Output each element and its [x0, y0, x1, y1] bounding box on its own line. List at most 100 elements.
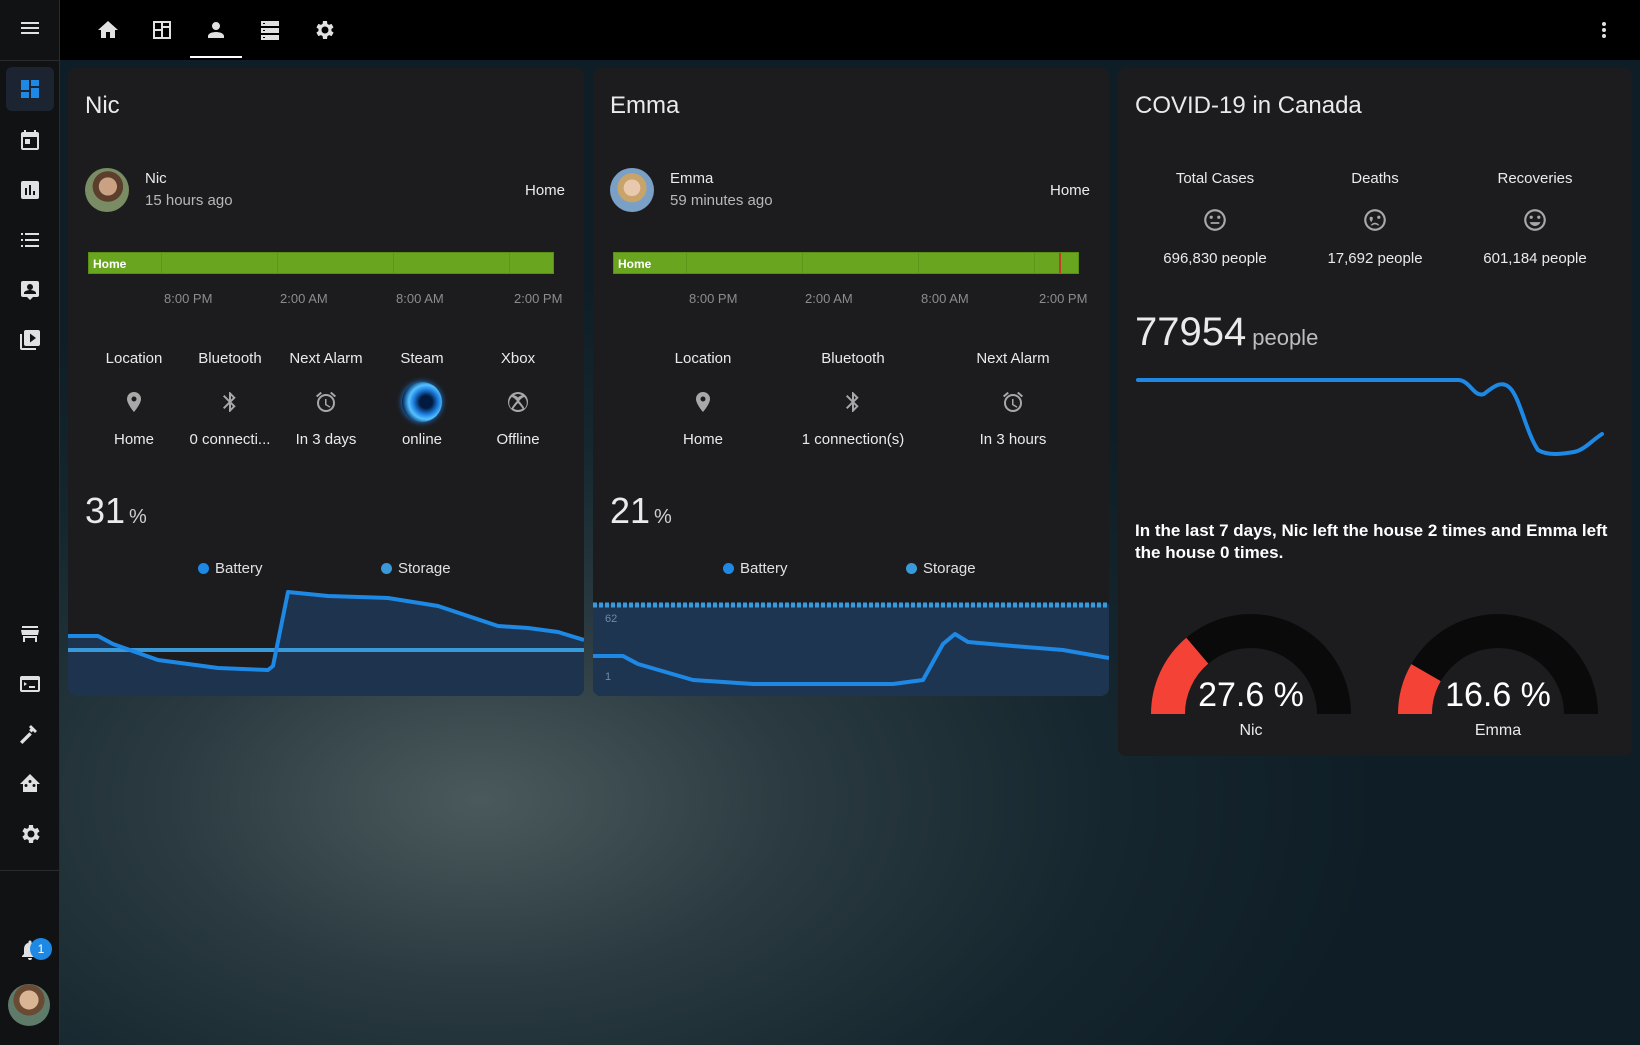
graph-axis-label: 62 [605, 613, 617, 625]
timeline-tick: 2:00 PM [514, 291, 563, 306]
avatar [85, 168, 129, 212]
timeline-tick: 8:00 PM [689, 291, 738, 306]
server-icon [261, 21, 279, 40]
chart-box-icon [21, 181, 39, 199]
notification-badge: 1 [30, 938, 52, 960]
menu-icon[interactable] [6, 6, 54, 50]
sidebar-item-media[interactable] [6, 318, 54, 362]
card-title: Nic [85, 92, 120, 119]
emoticon-cry-icon [1364, 209, 1386, 231]
avatar [610, 168, 654, 212]
play-box-icon [20, 330, 40, 350]
dashboard-icon [21, 80, 39, 98]
gauge-label: Emma [1474, 722, 1522, 739]
sidebar-item-person[interactable] [6, 268, 54, 312]
person-row[interactable]: Emma 59 minutes ago Home [610, 168, 1090, 216]
tab-server[interactable] [244, 4, 296, 56]
stat-total-cases[interactable]: Total Cases 696,830 people [1145, 170, 1285, 267]
away-marker [1059, 253, 1061, 273]
sidebar-divider [0, 60, 60, 61]
sidebar-item-calendar[interactable] [6, 118, 54, 162]
legend-storage[interactable]: Storage [381, 560, 451, 577]
home-icon [98, 21, 118, 38]
card-covid: COVID-19 in Canada Total Cases 696,830 p… [1118, 68, 1632, 756]
tab-person[interactable] [190, 4, 242, 58]
emoticon-neutral-icon [1204, 209, 1226, 231]
entity-bluetooth[interactable]: Bluetooth 1 connection(s) [783, 350, 923, 448]
gear-icon [316, 21, 334, 39]
person-name: Nic [145, 170, 167, 187]
timeline-tick: 2:00 AM [805, 291, 853, 306]
dots-vertical-icon [1602, 22, 1606, 38]
entity-next-alarm[interactable]: Next Alarm In 3 days [280, 350, 372, 448]
timeline-label: Home [618, 257, 652, 271]
top-bar [60, 0, 1640, 60]
sidebar-item-developer-tools[interactable] [6, 712, 54, 756]
entity-bluetooth[interactable]: Bluetooth 0 connecti... [184, 350, 276, 448]
timeline-tick: 8:00 PM [164, 291, 213, 306]
gauge-nic[interactable]: 27.6 % Nic [1141, 604, 1361, 754]
timeline-label: Home [93, 257, 127, 271]
calendar-icon [21, 130, 39, 150]
active-cases-sparkline [1136, 378, 1604, 456]
overflow-menu-button[interactable] [1590, 16, 1618, 44]
legend-battery[interactable]: Battery [198, 560, 263, 577]
gauge-emma[interactable]: 16.6 % Emma [1388, 604, 1608, 754]
store-icon [21, 626, 39, 642]
sidebar-item-store[interactable] [6, 612, 54, 656]
leave-house-summary: In the last 7 days, Nic left the house 2… [1135, 521, 1608, 562]
home-assistant-icon [20, 774, 40, 792]
sidebar: 1 [0, 0, 60, 1045]
legend-battery[interactable]: Battery [723, 560, 788, 577]
presence-timeline[interactable]: Home [613, 252, 1079, 274]
entity-next-alarm[interactable]: Next Alarm In 3 hours [943, 350, 1083, 448]
legend-storage[interactable]: Storage [906, 560, 976, 577]
gear-icon [22, 825, 40, 843]
sidebar-item-history[interactable] [6, 168, 54, 212]
graph-axis-label: 1 [605, 671, 611, 683]
sidebar-item-overview[interactable] [6, 67, 54, 111]
sidebar-item-supervisor[interactable] [6, 762, 54, 806]
person-state: Home [1049, 182, 1090, 199]
sidebar-item-settings[interactable] [6, 812, 54, 856]
battery-storage-graph [68, 590, 584, 696]
person-row[interactable]: Nic 15 hours ago Home [85, 168, 565, 216]
last-changed: 59 minutes ago [670, 192, 773, 209]
battery-area [68, 592, 584, 696]
dashboard-view-icon [153, 21, 171, 39]
entity-xbox[interactable]: Xbox Offline [472, 350, 564, 448]
alarm-clock-icon [316, 391, 336, 412]
gauge-value: 27.6 % [1198, 676, 1304, 714]
emoticon-happy-icon [1524, 209, 1546, 231]
entity-location[interactable]: Location Home [643, 350, 763, 448]
alarm-clock-icon [1003, 391, 1023, 412]
xbox-icon [508, 392, 528, 412]
sidebar-item-logbook[interactable] [6, 218, 54, 262]
tab-home[interactable] [82, 4, 134, 56]
map-marker-icon [696, 392, 710, 412]
active-cases-value: 77954 people [1135, 310, 1319, 354]
tab-settings[interactable] [298, 4, 350, 56]
steam-avatar-icon [402, 382, 442, 422]
card-nic: Nic Nic 15 hours ago Home Home 8:00 PM 2… [68, 68, 584, 696]
card-emma: Emma Emma 59 minutes ago Home Home 8:00 … [593, 68, 1109, 696]
stat-deaths[interactable]: Deaths 17,692 people [1305, 170, 1445, 267]
entity-steam[interactable]: Steam online [376, 350, 468, 448]
map-marker-icon [127, 392, 141, 412]
tab-panel[interactable] [136, 4, 188, 56]
battery-value: 21% [610, 490, 672, 531]
person-state: Home [524, 182, 565, 199]
timeline-tick: 2:00 PM [1039, 291, 1088, 306]
sidebar-item-terminal[interactable] [6, 662, 54, 706]
presence-timeline[interactable]: Home [88, 252, 554, 274]
card-title: COVID-19 in Canada [1135, 92, 1362, 119]
person-name: Emma [670, 170, 714, 187]
sidebar-divider [0, 870, 60, 871]
bluetooth-icon [223, 392, 236, 412]
gauge-value: 16.6 % [1445, 676, 1551, 714]
hammer-icon [20, 725, 37, 744]
entity-location[interactable]: Location Home [88, 350, 180, 448]
user-avatar[interactable] [8, 984, 50, 1026]
timeline-tick: 8:00 AM [921, 291, 969, 306]
stat-recoveries[interactable]: Recoveries 601,184 people [1465, 170, 1605, 267]
